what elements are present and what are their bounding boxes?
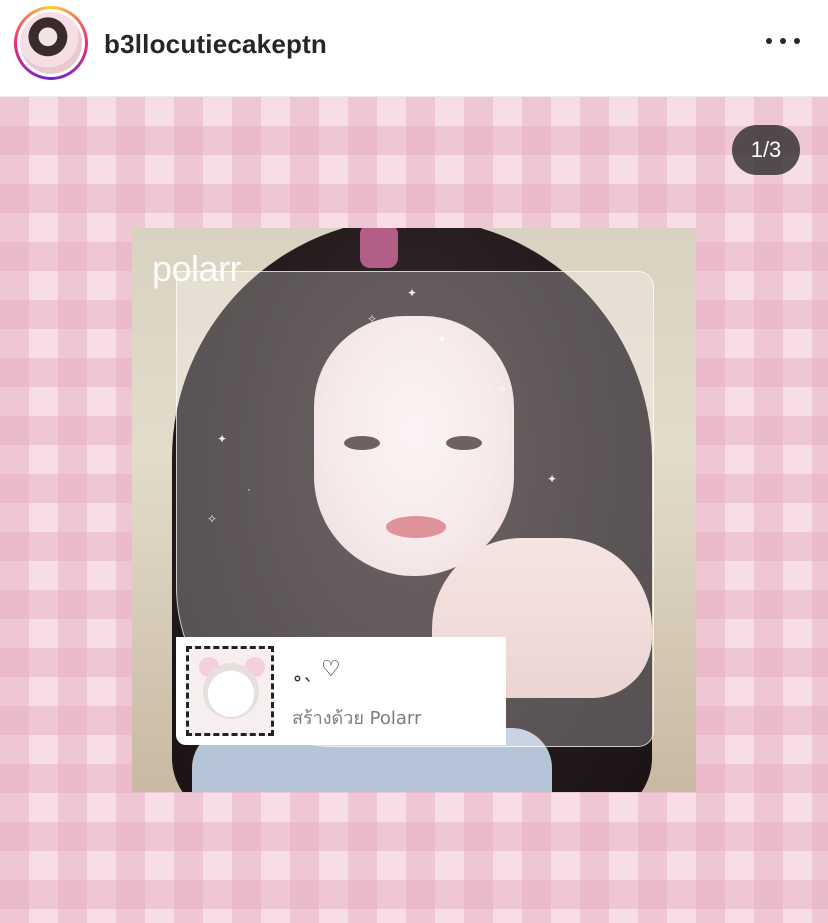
- hair-clip: [360, 228, 398, 268]
- bear-icon: [203, 663, 259, 719]
- sparkle-icon: ✦: [437, 332, 448, 346]
- carousel-counter: 1/3: [732, 125, 800, 175]
- sparkle-icon: ✧: [207, 512, 218, 526]
- post-image[interactable]: 1/3 ✦ ✧ ✦ · ✧ ✦ · ✦ ✧ polarr ˳ˎ ♡ สร้างด…: [0, 97, 828, 923]
- more-options-icon[interactable]: [766, 26, 800, 56]
- avatar-frame: [17, 9, 85, 77]
- sparkle-icon: ✦: [407, 286, 418, 300]
- polarr-watermark: polarr: [152, 248, 242, 289]
- story-ring[interactable]: [14, 6, 88, 80]
- portrait-photo: ✦ ✧ ✦ · ✧ ✦ · ✦ ✧ polarr ˳ˎ ♡ สร้างด้วย …: [132, 228, 696, 792]
- sparkle-icon: ✧: [497, 382, 508, 396]
- post-header: b3llocutiecakeptn: [0, 0, 828, 97]
- sparkle-icon: ·: [247, 482, 251, 496]
- caption-text: สร้างด้วย Polarr: [292, 708, 422, 729]
- sparkle-icon: ·: [327, 362, 331, 376]
- username-link[interactable]: b3llocutiecakeptn: [104, 29, 327, 60]
- sparkle-icon: ✧: [367, 312, 378, 326]
- sparkle-icon: ✦: [217, 432, 228, 446]
- avatar[interactable]: [20, 12, 82, 74]
- caption-card: ˳ˎ ♡ สร้างด้วย Polarr: [176, 637, 506, 745]
- sparkle-icon: ✦: [547, 472, 558, 486]
- bear-thumbnail: [186, 646, 274, 736]
- caption-heart-icons: ˳ˎ ♡: [292, 657, 341, 682]
